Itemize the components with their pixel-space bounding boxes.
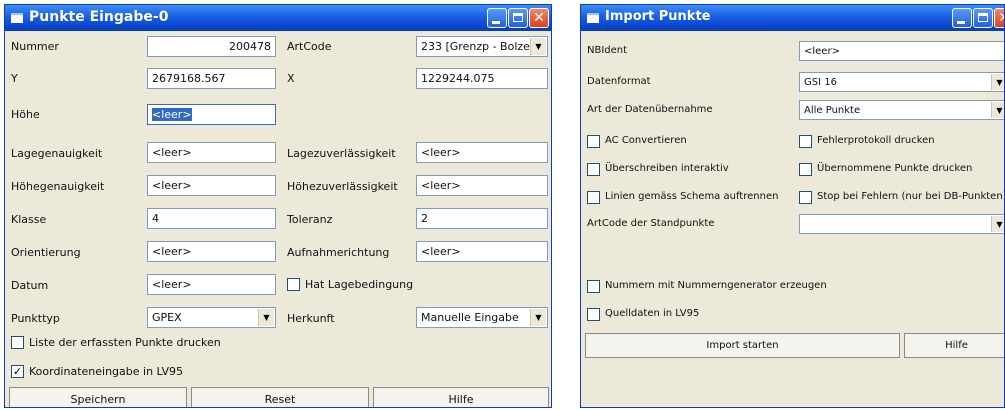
hoehegenauigkeit-field[interactable]: <leer> [147,175,276,196]
lagezuverlaessigkeit-field[interactable]: <leer> [416,142,548,163]
fehlerprotokoll-label: Fehlerprotokoll drucken [817,135,935,146]
close-icon: ✕ [533,10,545,26]
punkttyp-label: Punkttyp [11,312,60,325]
window-icon [587,13,599,23]
liste-drucken-checkbox[interactable] [11,336,24,349]
hilfe-button[interactable]: Hilfe [904,333,1004,358]
hoehegenauigkeit-label: Höhegenauigkeit [11,180,105,193]
nummer-field[interactable]: 200478 [147,36,276,57]
close-icon: ✕ [995,9,1004,27]
aufnahmerichtung-label: Aufnahmerichtung [287,246,390,259]
quelldaten-label: Quelldaten in LV95 [605,308,700,319]
hoehezuverlaessigkeit-label: Höhezuverlässigkeit [287,180,398,193]
artcode-standpunkte-label: ArtCode der Standpunkte [587,218,715,229]
chevron-down-icon[interactable]: ▼ [258,309,274,326]
window-icon [11,13,23,23]
datum-label: Datum [11,279,49,292]
herkunft-select[interactable]: Manuelle Eingabe ▼ [416,307,548,328]
koordinateneingabe-label: Koordinateneingabe in LV95 [29,365,183,378]
chevron-down-icon[interactable]: ▼ [991,74,1004,90]
linien-label: Linien gemäss Schema auftrennen [605,191,779,202]
title-bar[interactable]: Punkte Eingabe-0 ✕ [5,5,551,31]
herkunft-value: Manuelle Eingabe [421,311,519,324]
chevron-down-icon[interactable]: ▼ [530,309,546,326]
ac-convertieren-checkbox[interactable] [587,135,600,148]
maximize-button[interactable] [973,8,993,28]
hoehe-label: Höhe [11,108,40,121]
quelldaten-checkbox[interactable] [587,308,600,321]
toleranz-field[interactable]: 2 [416,208,548,229]
stop-fehler-label: Stop bei Fehlern (nur bei DB-Punkten) [817,191,1005,202]
window-title: Punkte Eingabe-0 [29,9,169,25]
datum-field[interactable]: <leer> [147,274,276,295]
herkunft-label: Herkunft [287,312,335,325]
ac-convertieren-label: AC Convertieren [605,135,687,146]
nummer-label: Nummer [11,40,59,53]
artcode-label: ArtCode [287,40,332,53]
klasse-field[interactable]: 4 [147,208,276,229]
minimize-icon [492,21,500,24]
y-field[interactable]: 2679168.567 [147,68,276,89]
nummerngenerator-checkbox[interactable] [587,280,600,293]
ueberschreiben-label: Überschreiben interaktiv [605,163,729,174]
chevron-down-icon[interactable]: ▼ [530,38,546,55]
lagegenauigkeit-label: Lagegenauigkeit [11,147,103,160]
linien-checkbox[interactable] [587,191,600,204]
fehlerprotokoll-checkbox[interactable] [799,135,812,148]
art-select[interactable]: Alle Punkte ▼ [799,100,1004,120]
toleranz-label: Toleranz [287,213,333,226]
chevron-down-icon[interactable]: ▼ [991,102,1004,118]
close-button[interactable]: ✕ [994,8,1004,28]
maximize-button[interactable] [508,8,528,28]
hoehe-value: <leer> [152,108,192,121]
hat-lagebedingung-label: Hat Lagebedingung [305,278,414,291]
reset-button[interactable]: Reset [191,387,369,407]
uebernommene-label: Übernommene Punkte drucken [817,163,973,174]
lagezuverlaessigkeit-label: Lagezuverlässigkeit [287,147,396,160]
nbident-field[interactable]: <leer> [799,41,1004,61]
punkte-eingabe-window: Punkte Eingabe-0 ✕ Nummer 200478 ArtCode… [4,4,552,408]
nummerngenerator-label: Nummern mit Nummerngenerator erzeugen [605,280,827,291]
minimize-button[interactable] [952,8,972,28]
lagegenauigkeit-field[interactable]: <leer> [147,142,276,163]
hoehezuverlaessigkeit-field[interactable]: <leer> [416,175,548,196]
title-bar[interactable]: Import Punkte ✕ [581,5,1004,31]
x-label: X [287,72,295,85]
klasse-label: Klasse [11,213,47,226]
aufnahmerichtung-field[interactable]: <leer> [416,241,548,262]
koordinateneingabe-checkbox[interactable]: ✓ [11,365,24,378]
maximize-icon [513,13,523,22]
artcode-select[interactable]: 233 [Grenzp - Bolzen ▼ [416,36,548,57]
window-title: Import Punkte [605,9,711,24]
close-button[interactable]: ✕ [529,8,549,28]
hat-lagebedingung-checkbox[interactable] [287,278,300,291]
hoehe-field[interactable]: <leer> [147,104,276,125]
orientierung-field[interactable]: <leer> [147,241,276,262]
orientierung-label: Orientierung [11,246,81,259]
art-value: Alle Punkte [804,105,861,116]
art-label: Art der Datenübernahme [587,104,713,115]
import-starten-button[interactable]: Import starten [585,333,900,358]
hilfe-button[interactable]: Hilfe [373,387,549,407]
liste-drucken-label: Liste der erfassten Punkte drucken [29,336,221,349]
stop-fehler-checkbox[interactable] [799,191,812,204]
speichern-button[interactable]: Speichern [9,387,187,407]
datenformat-label: Datenformat [587,76,651,87]
datenformat-value: GSI 16 [804,77,837,88]
chevron-down-icon[interactable]: ▼ [991,216,1004,232]
import-punkte-window: Import Punkte ✕ NBIdent <leer> Datenform… [580,4,1005,408]
ueberschreiben-checkbox[interactable] [587,163,600,176]
artcode-standpunkte-select[interactable]: ▼ [799,214,1004,234]
datenformat-select[interactable]: GSI 16 ▼ [799,72,1004,92]
maximize-icon [978,13,988,22]
nbident-label: NBIdent [587,45,628,56]
minimize-button[interactable] [487,8,507,28]
uebernommene-checkbox[interactable] [799,163,812,176]
artcode-value: 233 [Grenzp - Bolzen [421,40,537,53]
punkttyp-select[interactable]: GPEX ▼ [147,307,276,328]
y-label: Y [11,72,18,85]
punkttyp-value: GPEX [152,311,182,324]
x-field[interactable]: 1229244.075 [416,68,548,89]
minimize-icon [957,21,965,24]
